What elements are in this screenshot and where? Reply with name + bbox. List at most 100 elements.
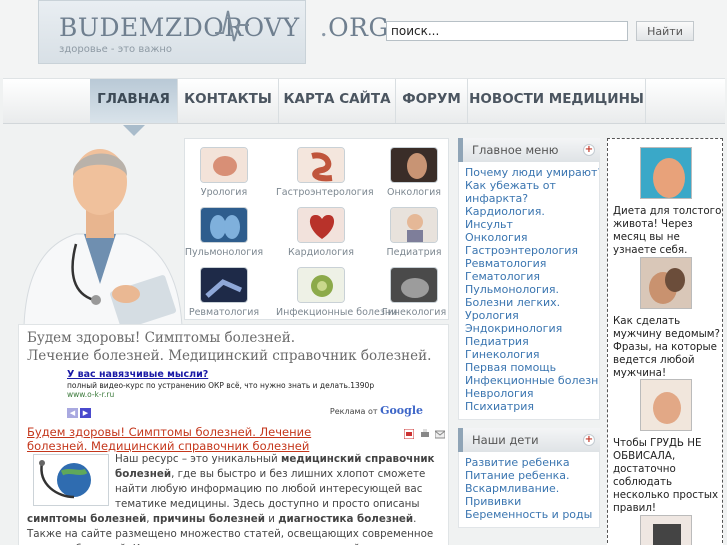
nav-item-contacts[interactable]: КОНТАКТЫ (178, 79, 279, 123)
teaser-ad-text: Чтобы ГРУДЬ НЕ ОБВИСАЛА, достаточно собл… (613, 437, 719, 514)
category-grid: Урология Гастроэнтерология Онкология Пул… (184, 138, 449, 320)
sidebar-menu: Главное меню + Почему люди умирают? Как … (458, 138, 600, 528)
menu-item[interactable]: Первая помощь (465, 361, 599, 374)
teaser-ad-image (640, 147, 692, 199)
logo-slogan: здоровье - это важно (59, 44, 173, 55)
menu-item[interactable]: Беременность и роды (465, 508, 599, 521)
menu-item[interactable]: Гематология (465, 270, 599, 283)
expand-icon[interactable]: + (583, 144, 595, 156)
teaser-ad-text: Как сделать мужчину ведомым? Фразы, на к… (613, 315, 720, 379)
kids-menu-title: Наши дети (472, 433, 539, 447)
category-infectious[interactable]: Инфекционные болезни (276, 262, 398, 322)
menu-item[interactable]: Вскармливание. (465, 482, 599, 495)
ads-by-google[interactable]: Реклама от Google (330, 404, 423, 417)
menu-item[interactable]: Гастроэнтерология (465, 244, 599, 257)
menu-item[interactable]: Почему люди умирают? (465, 166, 599, 179)
main-nav: ГЛАВНАЯ КОНТАКТЫ КАРТА САЙТА ФОРУМ НОВОС… (3, 78, 725, 124)
print-icon[interactable] (420, 429, 430, 439)
menu-item[interactable]: Ревматология (465, 257, 599, 270)
category-rheumatology[interactable]: Ревматология (179, 262, 269, 322)
doctor-image (23, 149, 183, 326)
ad-prev-icon[interactable]: ◀ (67, 408, 78, 418)
teaser-ad-image (640, 515, 692, 545)
article-title-link[interactable]: Будем здоровы! Симптомы болезней. Лечени… (27, 425, 357, 453)
category-label: Педиатрия (386, 247, 442, 258)
menu-item[interactable]: Прививки (465, 495, 599, 508)
menu-item[interactable]: Гинекология (465, 348, 599, 361)
teaser-ad[interactable]: Диета для толстого живота! Через месяц в… (608, 147, 724, 257)
category-label: Кардиология (288, 247, 354, 258)
kids-menu-list: Развитие ребенка Питание ребенка. Вскарм… (458, 452, 600, 528)
teaser-ad-text: Диета для толстого живота! Через месяц в… (613, 205, 722, 256)
category-label: Урология (200, 187, 248, 198)
category-oncology[interactable]: Онкология (369, 142, 459, 202)
category-label: Ревматология (188, 307, 260, 318)
email-icon[interactable] (434, 429, 446, 439)
ad-text: полный видео-курс по устранению ОКР всё,… (67, 381, 375, 390)
kids-menu-header: Наши дети + (458, 428, 600, 452)
teaser-ad[interactable]: Как сделать мужчину ведомым? Фразы, на к… (608, 257, 724, 380)
nav-item-forum[interactable]: ФОРУМ (396, 79, 468, 123)
category-gynecology[interactable]: Гинекология (369, 262, 459, 322)
nav-item-medical-news[interactable]: НОВОСТИ МЕДИЦИНЫ (468, 79, 646, 123)
category-gastroenterology[interactable]: Гастроэнтерология (276, 142, 374, 202)
main-menu-header: Главное меню + (458, 138, 600, 162)
category-pediatrics[interactable]: Педиатрия (369, 202, 459, 262)
menu-item[interactable]: Пульмонология. (465, 283, 599, 296)
category-label: Гинекология (381, 307, 447, 318)
teaser-ad-image (640, 257, 692, 309)
virus-icon (297, 267, 345, 303)
menu-item[interactable]: Развитие ребенка (465, 456, 599, 469)
nav-item-home[interactable]: ГЛАВНАЯ (90, 79, 178, 123)
google-ad-block: У вас навязчивые мысли? полный видео-кур… (67, 369, 423, 419)
main-menu-list: Почему люди умирают? Как убежать от инфа… (458, 162, 600, 420)
category-label: Инфекционные болезни (276, 307, 398, 318)
category-label: Пульмонология (184, 247, 264, 258)
header: BUDEMZDOROVY.ORG здоровье - это важно На… (0, 0, 727, 78)
menu-item[interactable]: Кардиология. (465, 205, 599, 218)
lungs-icon (200, 207, 248, 243)
ad-next-icon[interactable]: ▶ (80, 408, 91, 418)
menu-item[interactable]: Психиатрия (465, 400, 599, 413)
teaser-ad[interactable] (608, 515, 724, 545)
page-title: Будем здоровы! Симптомы болезней. Лечени… (27, 329, 437, 365)
category-label: Гастроэнтерология (276, 187, 374, 198)
menu-item[interactable]: Педиатрия (465, 335, 599, 348)
ad-url[interactable]: www.o-k-r.ru (67, 390, 423, 399)
article-body: Наш ресурс – это уникальный медицинский … (27, 453, 435, 545)
globe-stethoscope-image (33, 454, 109, 506)
child-icon (390, 207, 438, 243)
category-urology[interactable]: Урология (179, 142, 269, 202)
page-title-line-1: Будем здоровы! Симптомы болезней. (27, 330, 296, 346)
menu-item[interactable]: инфаркта? (465, 192, 599, 205)
page: BUDEMZDOROVY.ORG здоровье - это важно На… (0, 0, 727, 545)
joint-icon (200, 267, 248, 303)
category-label: Онкология (386, 187, 441, 198)
article-tools (402, 428, 446, 442)
menu-item[interactable]: Онкология (465, 231, 599, 244)
expand-icon[interactable]: + (583, 434, 595, 446)
category-cardiology[interactable]: Кардиология (276, 202, 366, 262)
nav-item-sitemap[interactable]: КАРТА САЙТА (279, 79, 396, 123)
teaser-ad[interactable]: Чтобы ГРУДЬ НЕ ОБВИСАЛА, достаточно собл… (608, 379, 724, 515)
site-logo[interactable]: BUDEMZDOROVY .ORG здоровье - это важно (38, 0, 388, 64)
heart-icon (297, 207, 345, 243)
menu-item[interactable]: Инсульт (465, 218, 599, 231)
search-button[interactable]: Найти (636, 21, 694, 41)
menu-item[interactable]: Как убежать от (465, 179, 599, 192)
ad-title-link[interactable]: У вас навязчивые мысли? (67, 369, 423, 380)
menu-item[interactable]: Болезни легких. (465, 296, 599, 309)
urology-icon (200, 147, 248, 183)
search-input[interactable] (386, 21, 628, 41)
pdf-icon[interactable] (403, 428, 415, 440)
menu-item[interactable]: Инфекционные болезни (465, 374, 599, 387)
oncology-icon (390, 147, 438, 183)
ad-pagination: ◀ ▶ (67, 405, 93, 418)
category-pulmonology[interactable]: Пульмонология (179, 202, 269, 262)
menu-item[interactable]: Урология (465, 309, 599, 322)
menu-item[interactable]: Эндокринология (465, 322, 599, 335)
main-content: Будем здоровы! Симптомы болезней. Лечени… (18, 324, 449, 545)
menu-item[interactable]: Неврология (465, 387, 599, 400)
menu-item[interactable]: Питание ребенка. (465, 469, 599, 482)
teaser-ads-column: Диета для толстого живота! Через месяц в… (607, 138, 723, 545)
